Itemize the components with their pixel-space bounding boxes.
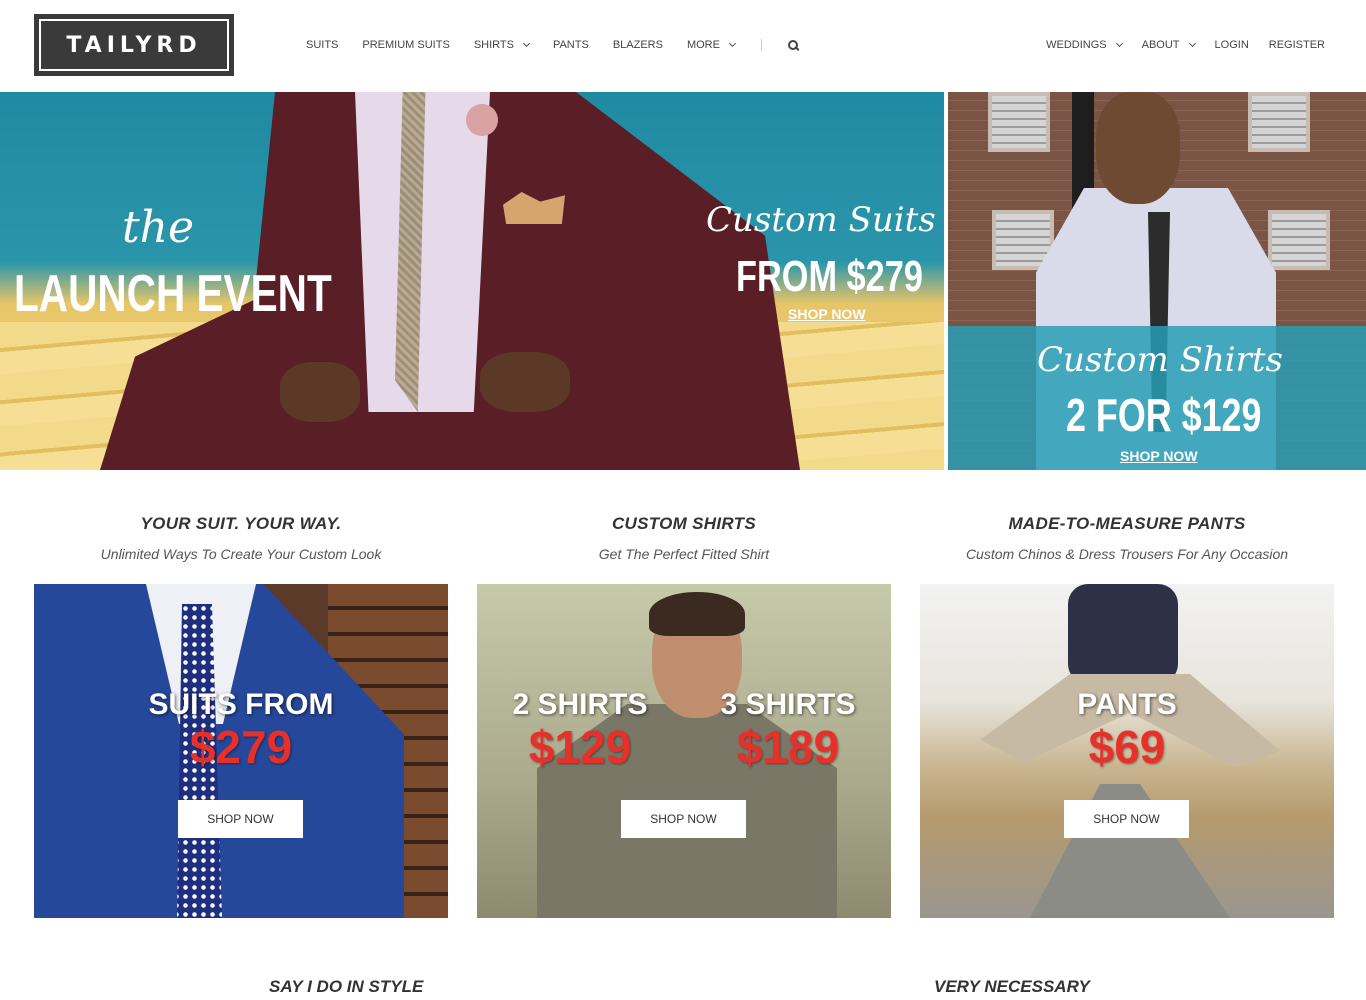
window-image (1248, 92, 1310, 152)
hero-headline: LAUNCH EVENT (14, 265, 332, 323)
category-shirts-heading: CUSTOM SHIRTS Get The Perfect Fitted Shi… (477, 514, 891, 562)
hero-side-banner[interactable]: Custom Shirts 2 FOR $129 SHOP NOW (948, 92, 1366, 470)
hero-the-text: the (122, 202, 195, 253)
window-image (1268, 210, 1330, 270)
side-shop-now-link[interactable]: SHOP NOW (1120, 448, 1198, 464)
shirts-shop-now-button[interactable]: SHOP NOW (621, 800, 746, 838)
nav-label: MORE (686, 39, 720, 51)
category-subtitle: Unlimited Ways To Create Your Custom Loo… (100, 546, 382, 562)
nav-item-pants[interactable]: PANTS (553, 39, 589, 51)
chevron-down-icon (1115, 39, 1123, 48)
category-subtitle: Get The Perfect Fitted Shirt (598, 546, 770, 562)
account-nav: WEDDINGS ABOUT LOGIN REGISTER (1026, 39, 1325, 51)
shirts-promo-card[interactable]: 2 SHIRTS $129 3 SHIRTS $189 SHOP NOW (477, 584, 891, 918)
chevron-down-icon (728, 39, 736, 48)
nav-item-suits[interactable]: SUITS (306, 39, 338, 51)
floral-shirt-image (1068, 584, 1178, 684)
nav-item-weddings[interactable]: WEDDINGS (1046, 39, 1123, 51)
lapel-flower-image (466, 104, 498, 136)
site-header: TAILYRD SUITS PREMIUM SUITS SHIRTS PANTS… (0, 0, 1366, 92)
suits-promo-price: $279 (189, 721, 293, 773)
logo-text: TAILYRD (39, 19, 229, 71)
three-shirts-price: $189 (736, 721, 840, 773)
category-title: CUSTOM SHIRTS (611, 514, 756, 533)
pants-promo-card[interactable]: PANTS $69 SHOP NOW (920, 584, 1334, 918)
three-shirts-label: 3 SHIRTS (720, 688, 856, 721)
suits-shop-now-button[interactable]: SHOP NOW (178, 800, 303, 838)
hand-image (480, 352, 570, 412)
nav-label: BLAZERS (612, 39, 663, 51)
nav-label: REGISTER (1268, 39, 1325, 51)
nav-label: PREMIUM SUITS (362, 39, 450, 51)
hero-price-text: FROM $279 (736, 252, 923, 301)
search-icon[interactable] (787, 39, 799, 51)
nav-item-blazers[interactable]: BLAZERS (613, 39, 663, 51)
nav-item-shirts[interactable]: SHIRTS (473, 39, 530, 51)
category-subtitle: Custom Chinos & Dress Trousers For Any O… (965, 546, 1289, 562)
nav-item-more[interactable]: MORE (686, 39, 736, 51)
nav-label: LOGIN (1214, 39, 1249, 51)
nav-label: PANTS (552, 39, 589, 51)
suits-promo-label: SUITS FROM (148, 688, 334, 721)
hero-custom-suits-text: Custom Suits (706, 200, 936, 240)
category-title: MADE-TO-MEASURE PANTS (1008, 514, 1246, 533)
suits-promo-card[interactable]: SUITS FROM $279 SHOP NOW (34, 584, 448, 918)
nav-label: SUITS (306, 39, 339, 51)
hero-shop-now-link[interactable]: SHOP NOW (788, 306, 866, 322)
tailyrd-logo[interactable]: TAILYRD (34, 14, 234, 76)
hero-main-banner[interactable]: the LAUNCH EVENT Custom Suits FROM $279 … (0, 92, 944, 470)
pants-promo-label: PANTS (1077, 688, 1177, 721)
hand-image (280, 362, 360, 422)
model-head-image (1096, 92, 1180, 204)
nav-label: WEDDINGS (1046, 39, 1107, 51)
nav-item-login[interactable]: LOGIN (1215, 39, 1249, 51)
window-image (988, 92, 1050, 152)
side-custom-shirts-text: Custom Shirts (1037, 340, 1283, 380)
main-nav: SUITS PREMIUM SUITS SHIRTS PANTS BLAZERS… (306, 39, 799, 51)
model-hair-image (649, 592, 745, 636)
pants-shop-now-button[interactable]: SHOP NOW (1064, 800, 1189, 838)
nav-label: ABOUT (1141, 39, 1180, 51)
nav-label: SHIRTS (473, 39, 514, 51)
chevron-down-icon (522, 39, 530, 48)
pants-promo-price: $69 (1088, 721, 1166, 773)
chevron-down-icon (1188, 39, 1196, 48)
nav-item-about[interactable]: ABOUT (1141, 39, 1196, 51)
nav-divider (760, 39, 762, 51)
accessories-section-heading: VERY NECESSARY (934, 977, 1090, 996)
category-suits-heading: YOUR SUIT. YOUR WAY. Unlimited Ways To C… (34, 514, 448, 562)
side-price-text: 2 FOR $129 (1066, 389, 1262, 441)
nav-item-premium-suits[interactable]: PREMIUM SUITS (362, 39, 449, 51)
category-title: YOUR SUIT. YOUR WAY. (140, 514, 342, 533)
nav-item-register[interactable]: REGISTER (1269, 39, 1325, 51)
weddings-section-heading: SAY I DO IN STYLE (269, 977, 424, 996)
category-pants-heading: MADE-TO-MEASURE PANTS Custom Chinos & Dr… (920, 514, 1334, 562)
